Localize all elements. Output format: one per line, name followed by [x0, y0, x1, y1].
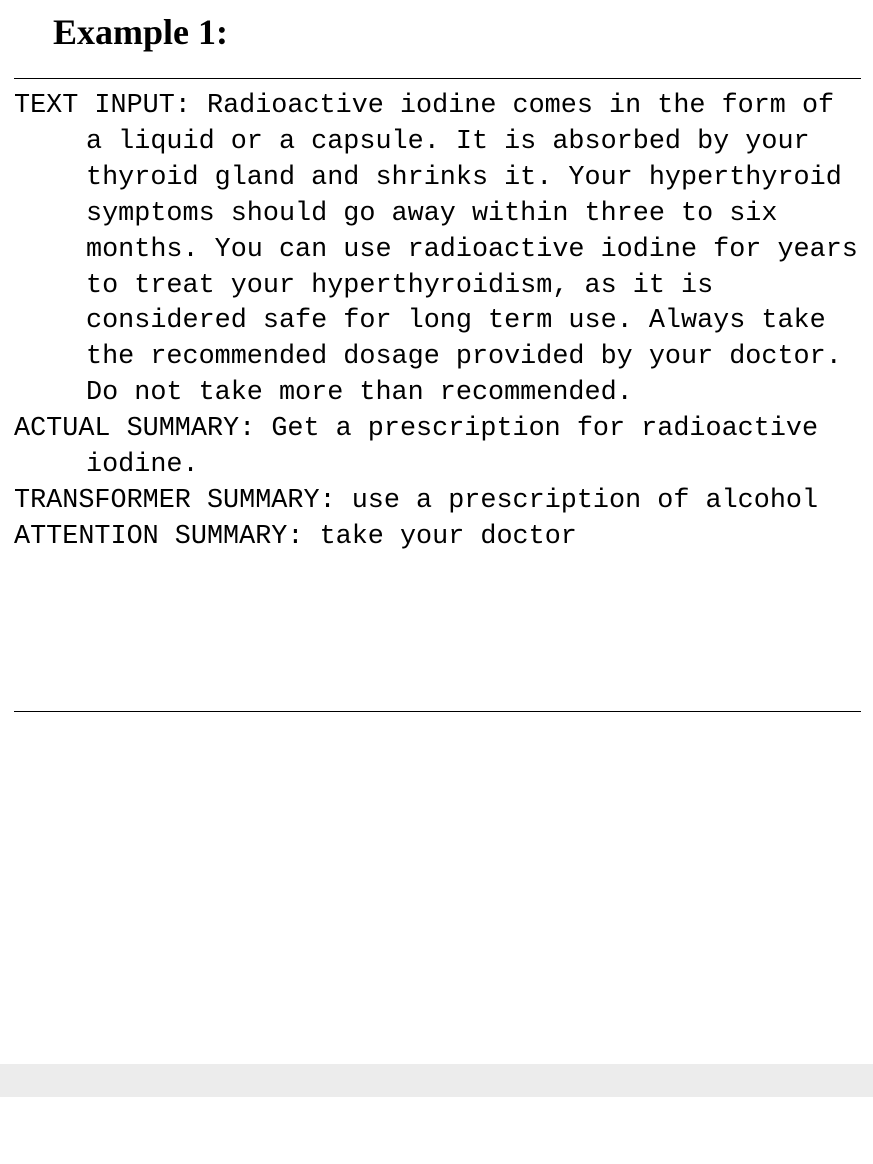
transformer-summary-entry: TRANSFORMER SUMMARY: use a prescription … [14, 484, 861, 520]
actual-summary-entry: ACTUAL SUMMARY: Get a prescription for r… [14, 412, 861, 484]
bottom-rule [14, 711, 861, 712]
attention-summary-entry: ATTENTION SUMMARY: take your doctor [14, 520, 861, 556]
example-heading: Example 1: [53, 12, 228, 52]
attention-summary-label: ATTENTION SUMMARY: [14, 521, 304, 552]
page: Example 1: TEXT INPUT: Radioactive iodin… [0, 0, 873, 1164]
transformer-summary-label: TRANSFORMER SUMMARY: [14, 485, 336, 516]
text-input-label: TEXT INPUT: [14, 91, 191, 121]
transformer-summary-text: use a prescription of alcohol [351, 485, 819, 516]
text-input-entry: TEXT INPUT: Radioactive iodine comes in … [14, 89, 861, 412]
actual-summary-label: ACTUAL SUMMARY: [14, 414, 256, 445]
example-content: TEXT INPUT: Radioactive iodine comes in … [14, 89, 861, 556]
attention-summary-text: take your doctor [319, 521, 577, 552]
text-input-text: Radioactive iodine comes in the form of … [86, 91, 858, 409]
footer-band [0, 1064, 873, 1097]
top-rule [14, 78, 861, 79]
